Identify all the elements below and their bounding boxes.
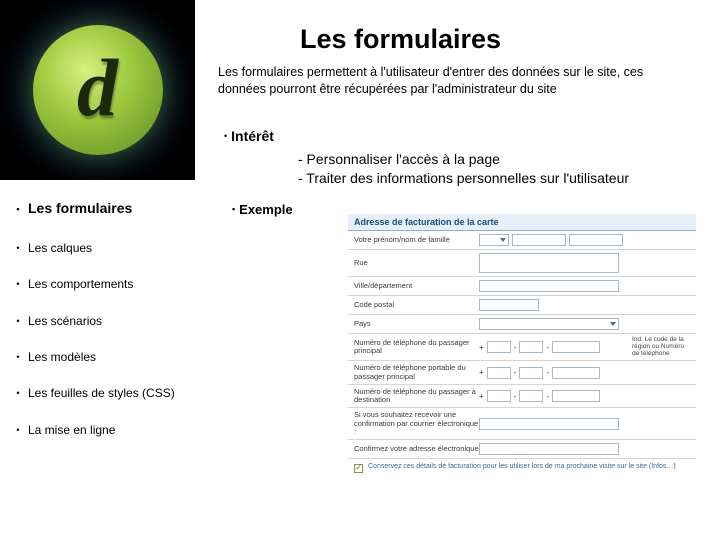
interet-heading: Intérêt <box>231 128 274 144</box>
email-confirm-input[interactable] <box>479 443 619 455</box>
nav-item-comportements[interactable]: • Les comportements <box>8 277 203 291</box>
nav-item-css[interactable]: • Les feuilles de styles (CSS) <box>8 386 203 400</box>
interet-line-1: - Personnaliser l'accès à la page <box>298 150 629 169</box>
phone-area-input[interactable] <box>519 341 543 353</box>
label-country: Pays <box>354 320 479 328</box>
label-email-confirm: Confirmez votre adresse électronique <box>354 445 479 453</box>
plus-icon: + <box>479 392 484 401</box>
label-email: Si vous souhaitez recevoir une confirmat… <box>354 411 479 436</box>
email-input[interactable] <box>479 418 619 430</box>
row-phone-dest: Numéro de téléphone du passager à destin… <box>348 385 696 409</box>
logo-letter-d: d <box>77 41 118 135</box>
dash-icon: - <box>514 368 517 377</box>
save-note: Conservez ces détails de facturation pou… <box>368 463 676 471</box>
logo-panel: d <box>0 0 195 180</box>
dest-ind-input[interactable] <box>487 390 511 402</box>
dash-icon: - <box>546 392 549 401</box>
label-street: Rue <box>354 259 479 267</box>
phone-number-input[interactable] <box>552 341 600 353</box>
nav-label: La mise en ligne <box>28 423 203 437</box>
mobile-ind-input[interactable] <box>487 367 511 379</box>
nav-item-scenarios[interactable]: • Les scénarios <box>8 314 203 328</box>
form-header: Adresse de facturation de la carte <box>348 214 696 231</box>
dest-area-input[interactable] <box>519 390 543 402</box>
dash-icon: - <box>546 368 549 377</box>
plus-icon: + <box>479 368 484 377</box>
row-name: Votre prénom/nom de famille <box>348 231 696 250</box>
section-exemple: • Exemple <box>232 202 293 217</box>
street-input[interactable] <box>479 253 619 273</box>
intro-text: Les formulaires permettent à l'utilisate… <box>218 64 688 98</box>
phone-side-note: Ind. Le code de la région ou Numéro de t… <box>632 337 690 357</box>
mobile-area-input[interactable] <box>519 367 543 379</box>
label-phone-main: Numéro de téléphone du passager principa… <box>354 339 479 356</box>
lastname-input[interactable] <box>569 234 623 246</box>
plus-icon: + <box>479 343 484 352</box>
nav-item-publish[interactable]: • La mise en ligne <box>8 423 203 437</box>
label-phone-dest: Numéro de téléphone du passager à destin… <box>354 388 479 405</box>
label-city: Ville/département <box>354 282 479 290</box>
section-interet: • Intérêt <box>224 128 274 144</box>
label-name: Votre prénom/nom de famille <box>354 236 479 244</box>
row-email: Si vous souhaitez recevoir une confirmat… <box>348 408 696 440</box>
sidebar-nav: • Les formulaires • Les calques • Les co… <box>8 200 203 459</box>
interet-content: - Personnaliser l'accès à la page - Trai… <box>298 150 629 188</box>
postal-input[interactable] <box>479 299 539 311</box>
bullet-icon: • <box>8 277 28 290</box>
bullet-icon: • <box>232 204 235 214</box>
nav-item-calques[interactable]: • Les calques <box>8 241 203 255</box>
row-email-confirm: Confirmez votre adresse électronique <box>348 440 696 459</box>
bullet-icon: • <box>8 386 28 399</box>
row-street: Rue <box>348 250 696 277</box>
row-save-details: Conservez ces détails de facturation pou… <box>348 459 696 477</box>
row-phone-mobile: Numéro de téléphone portable du passager… <box>348 361 696 385</box>
mobile-number-input[interactable] <box>552 367 600 379</box>
phone-ind-input[interactable] <box>487 341 511 353</box>
dreamweaver-logo: d <box>33 25 163 155</box>
form-example: Adresse de facturation de la carte Votre… <box>348 214 696 477</box>
dash-icon: - <box>514 343 517 352</box>
bullet-icon: • <box>8 200 28 215</box>
nav-label: Les formulaires <box>28 200 203 217</box>
bullet-icon: • <box>8 350 28 363</box>
row-postal: Code postal <box>348 296 696 315</box>
dash-icon: - <box>514 392 517 401</box>
label-postal: Code postal <box>354 301 479 309</box>
firstname-input[interactable] <box>512 234 566 246</box>
row-city: Ville/département <box>348 277 696 296</box>
row-phone-main: Numéro de téléphone du passager principa… <box>348 334 696 361</box>
save-checkbox[interactable] <box>354 464 363 473</box>
nav-label: Les feuilles de styles (CSS) <box>28 386 203 400</box>
bullet-icon: • <box>8 314 28 327</box>
exemple-heading: Exemple <box>239 202 292 217</box>
page-title: Les formulaires <box>300 24 501 55</box>
bullet-icon: • <box>8 241 28 254</box>
bullet-icon: • <box>8 423 28 436</box>
nav-label: Les scénarios <box>28 314 203 328</box>
nav-label: Les modèles <box>28 350 203 364</box>
nav-item-modeles[interactable]: • Les modèles <box>8 350 203 364</box>
row-country: Pays <box>348 315 696 334</box>
dash-icon: - <box>546 343 549 352</box>
label-phone-mobile: Numéro de téléphone portable du passager… <box>354 364 479 381</box>
country-select[interactable] <box>479 318 619 330</box>
nav-item-formulaires[interactable]: • Les formulaires <box>8 200 203 217</box>
bullet-icon: • <box>224 131 227 141</box>
city-input[interactable] <box>479 280 619 292</box>
dest-number-input[interactable] <box>552 390 600 402</box>
nav-label: Les comportements <box>28 277 203 291</box>
nav-label: Les calques <box>28 241 203 255</box>
title-select[interactable] <box>479 234 509 246</box>
interet-line-2: - Traiter des informations personnelles … <box>298 169 629 188</box>
